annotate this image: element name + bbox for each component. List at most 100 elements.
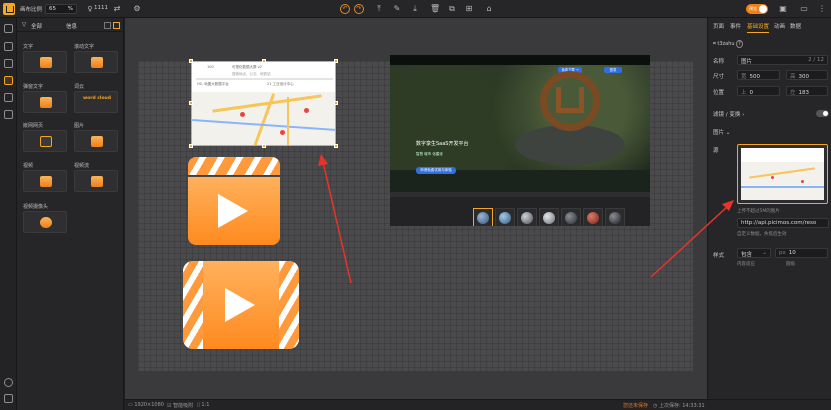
image-source-thumbnail[interactable] — [737, 144, 828, 204]
snap-toggle[interactable]: ☑ 智能吸附 — [167, 402, 193, 409]
move-down-icon[interactable]: ⤓ — [410, 4, 420, 14]
resize-handle[interactable] — [189, 144, 193, 148]
width-field[interactable]: 宽 500 — [737, 70, 780, 80]
tab-info[interactable]: 信息 — [66, 22, 77, 30]
screenshot-login-button: 登录 — [604, 67, 622, 73]
image-url-field[interactable]: http://api.picimos.com/reso — [737, 218, 829, 228]
grid-view-icon[interactable] — [113, 22, 120, 29]
save-icon[interactable]: ▣ — [778, 4, 788, 14]
resize-handle[interactable] — [262, 59, 266, 63]
status-bar: ▭ 1920×1080 ☑ 智能吸附 ▯ 1:1 您还未保存 ◷ 上次保存: 1… — [125, 399, 831, 410]
map-field: 搜索地点、公交、地铁站 — [232, 72, 271, 76]
component-label: 词云 — [74, 84, 85, 90]
component-scroll-text[interactable]: 滚动文字 — [74, 43, 118, 75]
video-stream-icon — [91, 176, 103, 187]
unsaved-status: 您还未保存 — [623, 403, 649, 409]
website-screenshot-image[interactable]: 免费下载 → 登录 数字孪生SaaS开发平台 智慧 城市 化建设 申请免费试用与… — [390, 55, 650, 226]
material-sphere — [499, 212, 511, 224]
component-image[interactable]: 图片 — [74, 122, 118, 154]
thumbnail-map — [741, 148, 824, 200]
screenshot-editor-bar — [390, 192, 650, 197]
component-popup-text[interactable]: 弹窗文字 — [23, 83, 67, 115]
component-webpage[interactable]: 嵌网网页 — [23, 122, 67, 154]
canvas-workspace[interactable]: 100 可视化数据大屏 v2 搜索地点、公交、地铁站 HZ, 地图大数据平台 2… — [125, 18, 707, 399]
tab-page[interactable]: 页面 — [713, 22, 724, 30]
component-card — [74, 170, 118, 192]
group-icon[interactable]: ⧉ — [447, 4, 457, 14]
tab-animation[interactable]: 动画 — [774, 22, 785, 30]
app-logo-icon[interactable] — [3, 3, 15, 15]
select-caret-icon: ⌄ — [762, 250, 767, 256]
left-field[interactable]: 左 183 — [786, 86, 828, 96]
tab-events[interactable]: 事件 — [730, 22, 741, 30]
more-icon[interactable]: ⋮ — [817, 4, 827, 14]
settings-gear-icon[interactable]: ⚙ — [132, 4, 142, 14]
left-icon-rail — [0, 18, 17, 410]
filter-transform-label[interactable]: 滤镜 / 变换 › — [713, 110, 744, 118]
fit-select[interactable]: 包含 ⌄ — [737, 248, 771, 258]
tab-basic-settings[interactable]: 基础设置 — [747, 22, 770, 33]
layers-icon[interactable] — [4, 42, 13, 51]
resize-handle[interactable] — [262, 144, 266, 148]
source-label: 源 — [713, 148, 719, 154]
undo-icon[interactable]: ↶ — [340, 4, 350, 14]
material-sphere — [543, 212, 555, 224]
clapper-body — [188, 177, 280, 245]
top-prefix: 上 — [741, 90, 747, 96]
map-field: HZ, 地图大数据平台 — [197, 82, 229, 86]
height-prefix: 高 — [790, 74, 796, 80]
move-up-icon[interactable]: ⤒ — [374, 4, 384, 14]
height-field[interactable]: 高 300 — [786, 70, 828, 80]
preview-toggle[interactable]: 预览 — [746, 4, 768, 14]
map-field: 可视化数据大屏 v2 — [232, 65, 262, 69]
ungroup-icon[interactable]: ⊞ — [464, 4, 474, 14]
redo-icon[interactable]: ↷ — [354, 4, 364, 14]
radius-value: 10 — [788, 250, 796, 256]
filter-icon[interactable]: ▽ — [22, 22, 26, 28]
chart-icon[interactable] — [4, 59, 13, 68]
resize-handle[interactable] — [189, 59, 193, 63]
lock-icon[interactable]: ⌂ — [484, 4, 494, 14]
image-icon — [91, 136, 103, 147]
swap-icon[interactable]: ⇄ — [112, 4, 122, 14]
components-icon[interactable] — [4, 24, 13, 33]
container-icon[interactable] — [4, 110, 13, 119]
preview-label: 预览 — [749, 6, 757, 11]
resize-handle[interactable] — [334, 101, 338, 105]
image-section-label[interactable]: 图片 ⌄ — [713, 128, 730, 136]
resize-handle[interactable] — [334, 59, 338, 63]
resize-handle[interactable] — [189, 101, 193, 105]
brush-icon[interactable]: ✎ — [392, 4, 402, 14]
scale-input[interactable]: 65 % — [45, 4, 77, 14]
video-clapper-icon[interactable] — [188, 157, 280, 245]
delete-icon[interactable]: 🗑 — [430, 4, 440, 14]
scale-label: 画布比例 — [20, 7, 43, 13]
table-icon[interactable] — [4, 93, 13, 102]
media-icon[interactable] — [4, 76, 13, 85]
component-label: 视频流 — [74, 163, 90, 169]
name-field[interactable]: 图片 2 / 12 — [737, 55, 828, 65]
help-icon[interactable]: ? — [736, 40, 743, 48]
component-video-stream[interactable]: 视频流 — [74, 162, 118, 194]
component-camera[interactable]: 视频摄像头 — [23, 203, 67, 235]
list-view-icon[interactable] — [104, 22, 111, 29]
component-label: 弹窗文字 — [23, 84, 44, 90]
selected-map-image[interactable]: 100 可视化数据大屏 v2 搜索地点、公交、地铁站 HZ, 地图大数据平台 2… — [191, 61, 336, 146]
component-card — [23, 51, 67, 73]
settings-icon[interactable] — [4, 378, 13, 387]
component-text[interactable]: 文字 — [23, 43, 67, 75]
radius-field[interactable]: px 10 — [775, 248, 828, 258]
monitor-icon[interactable]: ▭ — [799, 4, 809, 14]
name-counter: 2 / 12 — [808, 57, 824, 63]
component-word-cloud[interactable]: 词云 word cloud — [74, 83, 118, 115]
tab-data[interactable]: 数据 — [790, 22, 801, 30]
filter-toggle[interactable] — [816, 110, 829, 117]
video-film-icon[interactable] — [183, 261, 299, 349]
material-sphere — [587, 212, 599, 224]
component-video[interactable]: 视频 — [23, 162, 67, 194]
image-section-text: 图片 — [713, 130, 725, 136]
keyboard-icon[interactable] — [4, 394, 13, 403]
resize-handle[interactable] — [334, 144, 338, 148]
top-field[interactable]: 上0 — [737, 86, 780, 96]
tab-all[interactable]: 全部 — [31, 22, 42, 30]
